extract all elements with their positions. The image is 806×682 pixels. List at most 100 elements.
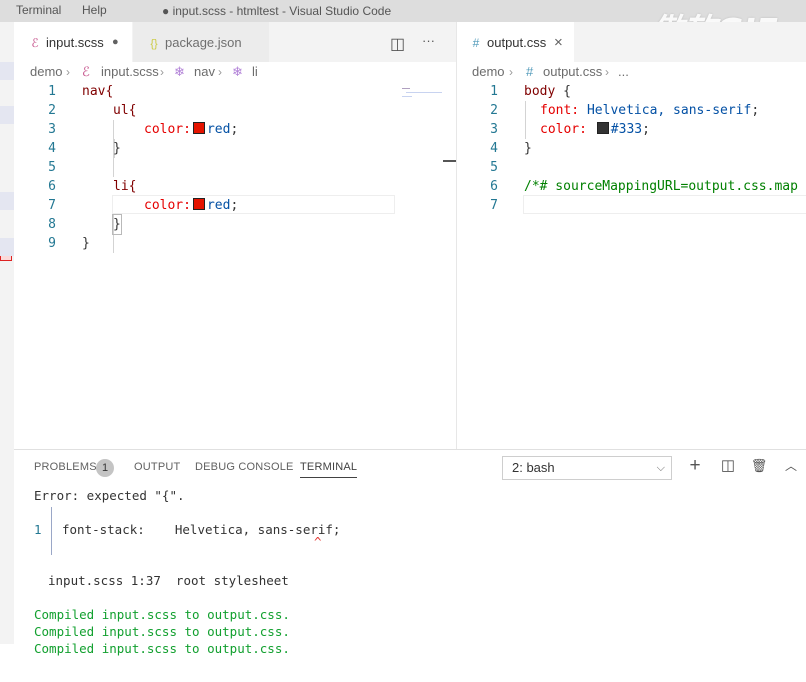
breadcrumb-item[interactable]: nav: [194, 62, 215, 82]
chevron-right-icon: ›: [160, 65, 164, 79]
more-actions-icon[interactable]: ···: [422, 33, 435, 48]
code-line: }: [82, 236, 90, 251]
tab-label: input.scss: [46, 35, 104, 50]
chevron-right-icon: ›: [218, 65, 222, 79]
css-icon: #: [472, 36, 480, 50]
symbol-class-icon: ❄: [174, 64, 185, 79]
sidebar-row[interactable]: [0, 62, 14, 80]
terminal-gutter: [51, 521, 52, 538]
color-swatch-red[interactable]: [192, 198, 205, 210]
chevron-down-icon: ⌵: [656, 462, 665, 474]
css-property: font:: [540, 103, 580, 118]
line-number: 7: [48, 198, 56, 213]
breadcrumb-item[interactable]: demo: [472, 62, 505, 82]
tab-label: package.json: [165, 35, 242, 50]
sidebar-row[interactable]: [0, 192, 14, 210]
line-number: 4: [48, 141, 56, 156]
breadcrumb-item[interactable]: input.scss: [101, 62, 159, 82]
semicolon: ;: [230, 198, 239, 213]
dirty-indicator[interactable]: ●: [112, 22, 119, 63]
breadcrumb: demo › ℰ input.scss › ❄ nav › ❄ li: [14, 62, 456, 82]
line-number: 1: [490, 84, 498, 99]
symbol-class-icon: ❄: [232, 64, 243, 79]
tab-bar: # output.css ×: [457, 22, 806, 62]
breadcrumb-item[interactable]: output.css: [543, 62, 602, 82]
css-property: color:: [144, 198, 191, 213]
terminal-gutter: [51, 507, 52, 521]
css-value: red: [206, 122, 231, 137]
terminal-select[interactable]: 2: bash ⌵: [502, 456, 672, 480]
title-bar: Terminal Help ● input.scss - htmltest - …: [0, 0, 806, 50]
code-line: /*# sourceMappingURL=output.css.map: [524, 179, 798, 194]
semicolon: ;: [230, 122, 239, 137]
line-number: 9: [48, 236, 56, 251]
tab-output-css[interactable]: # output.css ×: [457, 22, 574, 62]
color-swatch-dark[interactable]: [596, 122, 609, 134]
breadcrumb-item[interactable]: li: [252, 62, 258, 82]
line-number: 3: [490, 122, 498, 137]
line-number: 3: [48, 122, 56, 137]
trash-icon[interactable]: 🗑: [748, 455, 770, 477]
minimap[interactable]: [402, 88, 410, 89]
terminal-select-value: 2: bash: [512, 460, 555, 475]
breadcrumb: demo › # output.css › ...: [457, 62, 806, 82]
split-editor-icon[interactable]: ◫: [390, 34, 405, 54]
terminal-line: input.scss 1:37 root stylesheet: [48, 573, 289, 588]
terminal-output[interactable]: Error: expected "{". 1 font-stack: Helve…: [34, 487, 804, 656]
breadcrumb-item[interactable]: ...: [618, 62, 629, 82]
breadcrumb-item[interactable]: demo: [30, 62, 63, 82]
code-line: ul{: [113, 103, 137, 118]
line-number: 1: [48, 84, 56, 99]
terminal-gutter: [51, 538, 52, 555]
tab-output[interactable]: OUTPUT: [134, 461, 180, 473]
indent-guide: [525, 101, 526, 139]
terminal-caret: ^: [314, 534, 322, 549]
line-number: 2: [490, 103, 498, 118]
sidebar-row[interactable]: [0, 238, 14, 256]
tab-package-json[interactable]: {} package.json: [133, 22, 269, 62]
css-value: red: [206, 198, 231, 213]
minimap[interactable]: [402, 96, 412, 97]
tab-label: output.css: [487, 35, 547, 50]
add-terminal-icon[interactable]: +: [684, 455, 706, 477]
menu-help[interactable]: Help: [82, 3, 107, 17]
code-editor[interactable]: 1 nav{ 2 ul{ 3 color: red; 4 } 5 6 li{ 7 …: [14, 82, 456, 449]
menu-terminal[interactable]: Terminal: [16, 3, 61, 17]
tab-debug-console[interactable]: DEBUG CONSOLE: [195, 461, 294, 473]
chevron-up-icon[interactable]: ︿: [780, 455, 802, 477]
code-line: nav{: [82, 84, 114, 99]
line-number: 6: [490, 179, 498, 194]
terminal-line: Compiled input.scss to output.css.: [34, 624, 290, 639]
line-number: 8: [48, 217, 56, 232]
bottom-panel: PROBLEMS 1 OUTPUT DEBUG CONSOLE TERMINAL…: [14, 449, 806, 656]
overview-ruler-marker: [443, 160, 456, 162]
close-icon[interactable]: ×: [554, 22, 563, 63]
css-value: Helvetica, sans-serif: [579, 103, 752, 118]
sidebar-row[interactable]: [0, 106, 14, 124]
code-line: body {: [524, 82, 571, 101]
terminal-line: Compiled input.scss to output.css.: [34, 641, 290, 656]
line-number: 5: [490, 160, 498, 175]
line-number: 7: [490, 198, 498, 213]
tab-terminal[interactable]: TERMINAL: [300, 461, 358, 478]
minimap[interactable]: [406, 92, 442, 93]
terminal-line-number: 1: [34, 522, 42, 537]
code-editor[interactable]: 1 body { 2 font: Helvetica, sans-serif; …: [457, 82, 806, 449]
editor-group-left: ℰinput.scss ● {} package.json ◫ ··· demo …: [14, 22, 456, 449]
css-icon: #: [526, 64, 534, 79]
code-line: font: Helvetica, sans-serif;: [540, 101, 759, 120]
semicolon: ;: [642, 122, 650, 137]
line-number: 6: [48, 179, 56, 194]
code-line: color: red;: [144, 120, 238, 139]
code-line: }: [524, 141, 532, 156]
tab-problems[interactable]: PROBLEMS: [34, 461, 97, 473]
terminal-line: Compiled input.scss to output.css.: [34, 607, 290, 622]
split-terminal-icon[interactable]: ◫: [717, 455, 739, 477]
tab-input-scss[interactable]: ℰinput.scss ●: [14, 22, 132, 62]
scss-icon: ℰ: [31, 36, 39, 50]
window-title: ● input.scss - htmltest - Visual Studio …: [162, 4, 392, 18]
color-swatch-red[interactable]: [192, 122, 205, 134]
terminal-line: font-stack: Helvetica, sans-serif;: [62, 522, 341, 537]
json-icon: {}: [150, 38, 158, 50]
terminal-line: Error: expected "{".: [34, 488, 185, 503]
